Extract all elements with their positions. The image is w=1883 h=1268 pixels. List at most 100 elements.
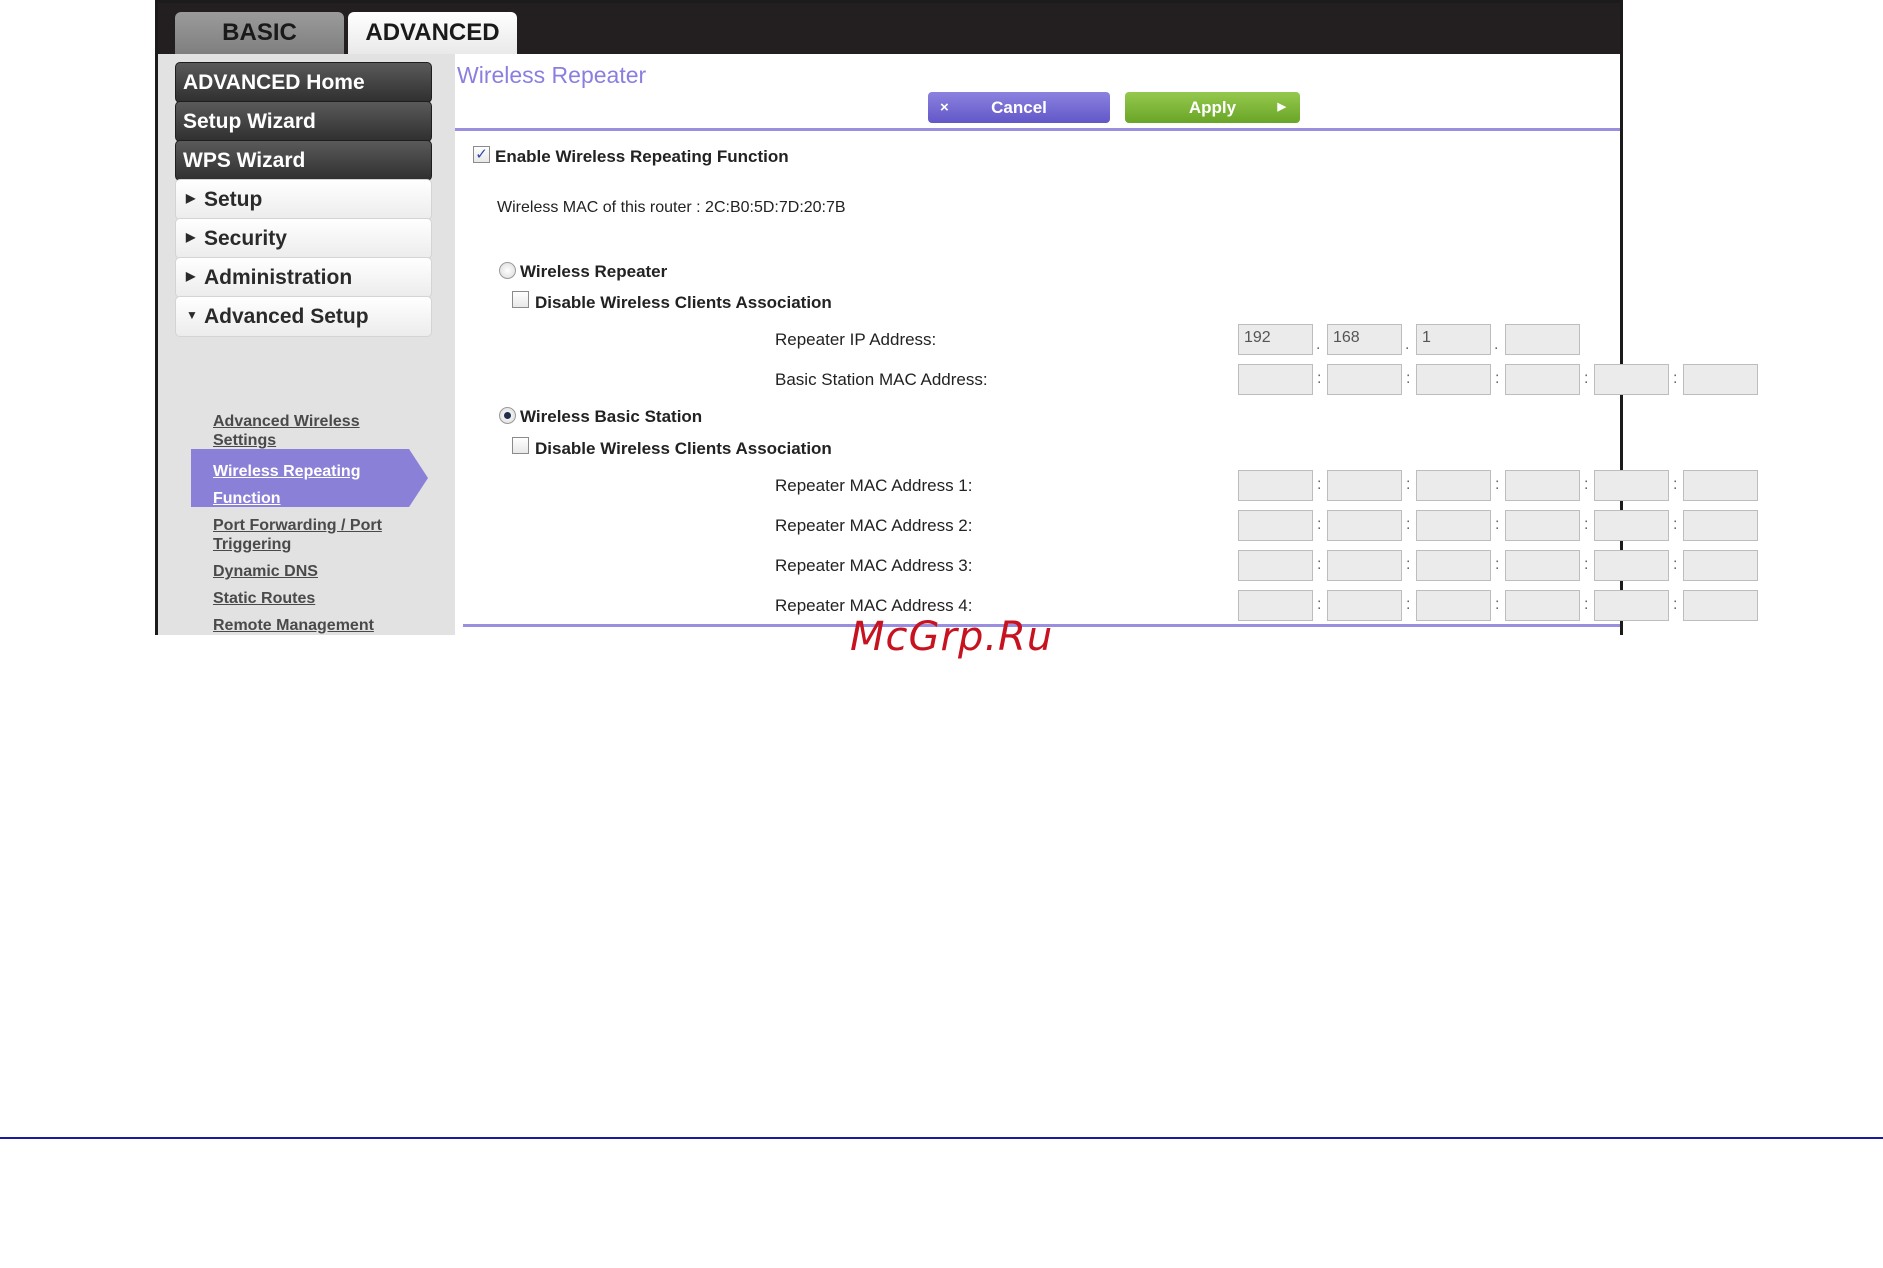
sidebar-item-advanced-setup[interactable]: ▼ Advanced Setup — [175, 296, 432, 337]
mac-octet-field[interactable] — [1238, 510, 1313, 541]
mac-octet-field[interactable] — [1238, 470, 1313, 501]
mac-octet-field[interactable] — [1327, 510, 1402, 541]
sidebar-item-security[interactable]: ▶ Security — [175, 218, 432, 259]
sidebar: ADVANCED Home Setup Wizard WPS Wizard ▶ S… — [158, 54, 455, 635]
tab-advanced[interactable]: ADVANCED — [348, 12, 517, 54]
sidebar-item-label: Administration — [204, 266, 353, 289]
link-remote-management[interactable]: Remote Management — [213, 616, 413, 635]
ip-octet-field[interactable]: 1 — [1416, 324, 1491, 355]
tab-basic[interactable]: BASIC — [175, 12, 344, 54]
sidebar-item-label: Advanced Setup — [204, 305, 369, 328]
enable-repeating-label: Enable Wireless Repeating Function — [495, 147, 789, 166]
sidebar-item-label: Setup — [204, 188, 263, 211]
mac-octet-field[interactable] — [1416, 364, 1491, 395]
mac-octet-field[interactable] — [1594, 470, 1669, 501]
mac-separator: : — [1317, 370, 1322, 387]
mac-separator: : — [1406, 476, 1411, 493]
link-dynamic-dns[interactable]: Dynamic DNS — [213, 562, 413, 581]
mac-octet-field[interactable] — [1416, 590, 1491, 621]
mac-octet-field[interactable] — [1683, 510, 1758, 541]
repeater-mac-2-label: Repeater MAC Address 2: — [775, 516, 973, 535]
link-wireless-repeating-function[interactable]: Wireless Repeating Function — [213, 458, 383, 507]
mac-octet-field[interactable] — [1594, 590, 1669, 621]
wireless-repeater-label: Wireless Repeater — [520, 262, 668, 281]
ip-octet-field[interactable] — [1505, 324, 1580, 355]
ip-octet-field[interactable]: 192 — [1238, 324, 1313, 355]
mac-octet-field[interactable] — [1505, 364, 1580, 395]
mac-separator: : — [1406, 596, 1411, 613]
repeater-mac-3-label: Repeater MAC Address 3: — [775, 556, 973, 575]
mac-separator: : — [1495, 370, 1500, 387]
sidebar-item-setup[interactable]: ▶ Setup — [175, 179, 432, 220]
mac-octet-field[interactable] — [1238, 590, 1313, 621]
mac-octet-field[interactable] — [1594, 364, 1669, 395]
basic-station-mac-label: Basic Station MAC Address: — [775, 370, 988, 389]
mac-octet-field[interactable] — [1327, 550, 1402, 581]
mac-separator: : — [1406, 556, 1411, 573]
router-mac-info: Wireless MAC of this router : 2C:B0:5D:7… — [497, 199, 846, 216]
advanced-home-button[interactable]: ADVANCED Home — [175, 62, 432, 103]
repeater-disable-clients-checkbox[interactable] — [512, 291, 529, 308]
link-advanced-wireless-settings[interactable]: Advanced Wireless Settings — [213, 412, 413, 450]
cancel-button[interactable]: × Cancel — [928, 92, 1110, 123]
mac-separator: : — [1317, 596, 1322, 613]
link-static-routes[interactable]: Static Routes — [213, 589, 413, 608]
wireless-basic-station-label: Wireless Basic Station — [520, 407, 703, 426]
mac-octet-field[interactable] — [1238, 550, 1313, 581]
mac-octet-field[interactable] — [1683, 590, 1758, 621]
repeater-ip-label: Repeater IP Address: — [775, 330, 937, 349]
mac-octet-field[interactable] — [1683, 364, 1758, 395]
enable-repeating-checkbox[interactable]: ✓ — [473, 146, 490, 163]
mac-octet-field[interactable] — [1683, 470, 1758, 501]
basic-station-disable-clients-checkbox[interactable] — [512, 437, 529, 454]
ip-octet-field[interactable]: 168 — [1327, 324, 1402, 355]
basic-station-disable-clients-label: Disable Wireless Clients Association — [535, 439, 832, 458]
active-sidebar-item: Wireless Repeating Function — [191, 449, 428, 507]
mac-octet-field[interactable] — [1416, 510, 1491, 541]
mac-separator: : — [1584, 476, 1589, 493]
setup-wizard-button[interactable]: Setup Wizard — [175, 101, 432, 142]
sidebar-item-administration[interactable]: ▶ Administration — [175, 257, 432, 298]
ip-separator: . — [1316, 336, 1321, 353]
mac-separator: : — [1406, 516, 1411, 533]
apply-button[interactable]: Apply ▶ — [1125, 92, 1300, 123]
mac-separator: : — [1673, 596, 1678, 613]
mac-separator: : — [1584, 596, 1589, 613]
mac-octet-field[interactable] — [1505, 510, 1580, 541]
ip-separator: . — [1494, 336, 1499, 353]
mac-separator: : — [1495, 516, 1500, 533]
mac-separator: : — [1673, 556, 1678, 573]
mac-separator: : — [1673, 370, 1678, 387]
chevron-down-icon: ▼ — [186, 307, 198, 322]
mac-octet-field[interactable] — [1327, 364, 1402, 395]
mac-octet-field[interactable] — [1594, 510, 1669, 541]
mac-separator: : — [1584, 516, 1589, 533]
ip-separator: . — [1405, 336, 1410, 353]
mac-separator: : — [1673, 476, 1678, 493]
wps-wizard-button[interactable]: WPS Wizard — [175, 140, 432, 181]
router-admin-window: BASIC ADVANCED ADVANCED Home Setup Wizar… — [155, 0, 1758, 635]
mac-octet-field[interactable] — [1594, 550, 1669, 581]
mac-octet-field[interactable] — [1327, 470, 1402, 501]
sidebar-item-label: Security — [204, 227, 287, 250]
mac-separator: : — [1317, 476, 1322, 493]
cancel-label: Cancel — [991, 98, 1047, 117]
repeater-mac-4-label: Repeater MAC Address 4: — [775, 596, 973, 615]
close-icon: × — [940, 99, 949, 116]
mac-octet-field[interactable] — [1327, 590, 1402, 621]
mac-octet-field[interactable] — [1505, 590, 1580, 621]
watermark: McGrp.Ru — [850, 614, 1054, 660]
mac-octet-field[interactable] — [1505, 550, 1580, 581]
apply-label: Apply — [1188, 98, 1237, 117]
mac-octet-field[interactable] — [1416, 470, 1491, 501]
mac-octet-field[interactable] — [1683, 550, 1758, 581]
mac-separator: : — [1317, 556, 1322, 573]
wireless-basic-station-radio[interactable] — [499, 407, 516, 424]
mac-octet-field[interactable] — [1238, 364, 1313, 395]
wireless-repeater-radio[interactable] — [499, 262, 516, 279]
repeater-disable-clients-label: Disable Wireless Clients Association — [535, 293, 832, 312]
link-port-forwarding[interactable]: Port Forwarding / Port Triggering — [213, 516, 423, 554]
mac-octet-field[interactable] — [1416, 550, 1491, 581]
mac-octet-field[interactable] — [1505, 470, 1580, 501]
play-arrow-icon: ▶ — [1277, 101, 1286, 113]
